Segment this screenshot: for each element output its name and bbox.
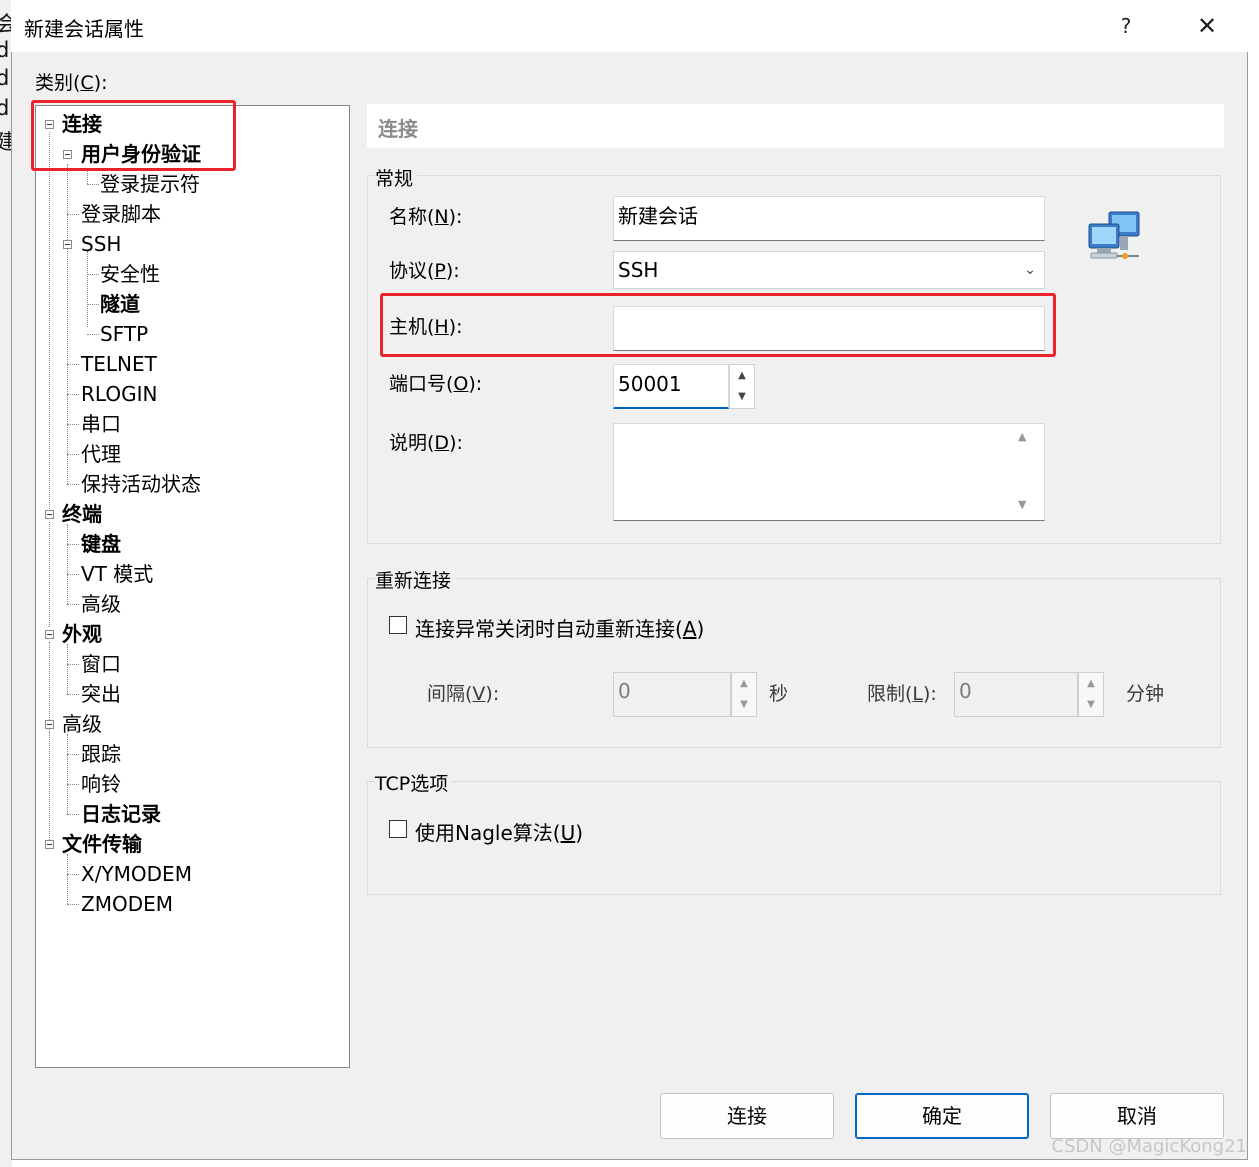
category-tree[interactable]: 连接 用户身份验证 登录提示符 登录脚本 SSH 安全性 隧道 SFTP TEL… — [35, 105, 350, 1068]
general-group-label: 常规 — [375, 164, 418, 191]
category-label: 类别(C): — [35, 72, 108, 94]
nagle-checkbox[interactable] — [389, 820, 407, 838]
scroll-down-icon[interactable]: ▼ — [1018, 498, 1026, 511]
tree-item-tunnel[interactable]: 隧道 — [100, 291, 140, 317]
dialog-title: 新建会话属性 — [24, 17, 144, 41]
limit-label: 限制(L): — [867, 683, 937, 705]
port-field[interactable]: 50001 — [613, 364, 729, 409]
tree-item-login-prompt[interactable]: 登录提示符 — [100, 171, 200, 197]
background-text: d — [0, 66, 10, 90]
tree-item-ssh[interactable]: SSH — [81, 231, 121, 257]
port-label: 端口号(O): — [389, 373, 483, 395]
collapse-icon[interactable] — [45, 720, 54, 729]
collapse-icon[interactable] — [45, 510, 54, 519]
limit-field: 0 — [954, 672, 1078, 717]
name-label: 名称(N): — [389, 206, 463, 228]
tree-item-proxy[interactable]: 代理 — [81, 441, 121, 467]
spin-down-icon: ▼ — [740, 699, 748, 710]
tree-item-bell[interactable]: 响铃 — [81, 771, 121, 797]
scroll-up-icon[interactable]: ▲ — [1018, 430, 1026, 443]
tree-item-zmodem[interactable]: ZMODEM — [81, 891, 173, 917]
collapse-icon[interactable] — [45, 840, 54, 849]
background-text: d — [0, 96, 10, 120]
port-spinner[interactable]: ▲ ▼ — [729, 364, 755, 409]
auto-reconnect-checkbox[interactable] — [389, 616, 407, 634]
collapse-icon[interactable] — [45, 630, 54, 639]
interval-spinner: ▲ ▼ — [731, 672, 757, 717]
tree-item-highlight[interactable]: 突出 — [81, 681, 121, 707]
highlight-box-host — [380, 293, 1056, 357]
minutes-label: 分钟 — [1126, 683, 1165, 705]
ok-button[interactable]: 确定 — [855, 1093, 1029, 1139]
tree-item-security[interactable]: 安全性 — [100, 261, 160, 287]
tree-item-logging[interactable]: 日志记录 — [81, 801, 161, 827]
tree-item-sftp[interactable]: SFTP — [100, 321, 148, 347]
spin-down-icon: ▼ — [1087, 699, 1095, 710]
protocol-label: 协议(P): — [389, 260, 460, 282]
nagle-label[interactable]: 使用Nagle算法(U) — [415, 817, 583, 846]
help-button[interactable]: ? — [1108, 8, 1144, 44]
tree-item-advanced[interactable]: 高级 — [62, 711, 102, 737]
tree-item-terminal[interactable]: 终端 — [62, 501, 102, 527]
background-text: d — [0, 38, 10, 62]
description-field[interactable] — [613, 423, 1045, 521]
spin-up-icon[interactable]: ▲ — [730, 367, 754, 389]
interval-label: 间隔(V): — [427, 683, 500, 705]
tree-item-keyboard[interactable]: 键盘 — [81, 531, 121, 557]
tree-item-login-script[interactable]: 登录脚本 — [81, 201, 161, 227]
tree-item-terminal-advanced[interactable]: 高级 — [81, 591, 121, 617]
auto-reconnect-label[interactable]: 连接异常关闭时自动重新连接(A) — [415, 613, 704, 642]
highlight-box-auth — [31, 100, 236, 171]
title-bar — [11, 0, 1248, 52]
tcp-options-group-label: TCP选项 — [375, 769, 453, 796]
chevron-down-icon: ⌄ — [1024, 262, 1036, 278]
collapse-icon[interactable] — [63, 240, 72, 249]
section-header: 连接 — [367, 104, 1224, 148]
interval-field: 0 — [613, 672, 731, 717]
tree-item-rlogin[interactable]: RLOGIN — [81, 381, 157, 407]
tree-item-file-transfer[interactable]: 文件传输 — [62, 831, 142, 857]
reconnect-group-label: 重新连接 — [375, 566, 456, 593]
protocol-select[interactable]: SSH ⌄ — [613, 251, 1045, 289]
cancel-button[interactable]: 取消 — [1050, 1093, 1224, 1139]
tree-item-keepalive[interactable]: 保持活动状态 — [81, 471, 201, 497]
close-button[interactable]: ✕ — [1186, 8, 1228, 44]
tree-item-window[interactable]: 窗口 — [81, 651, 121, 677]
tree-item-appearance[interactable]: 外观 — [62, 621, 102, 647]
tree-item-xymodem[interactable]: X/YMODEM — [81, 861, 192, 887]
reconnect-group — [367, 578, 1221, 748]
watermark: CSDN @MagicKong21 — [1051, 1136, 1247, 1157]
protocol-value: SSH — [618, 258, 659, 282]
spin-up-icon: ▲ — [740, 678, 748, 689]
tree-item-telnet[interactable]: TELNET — [81, 351, 157, 377]
description-label: 说明(D): — [389, 432, 463, 454]
tree-item-serial[interactable]: 串口 — [81, 411, 121, 437]
spin-up-icon: ▲ — [1087, 678, 1095, 689]
name-field[interactable]: 新建会话 — [613, 196, 1045, 241]
seconds-label: 秒 — [769, 683, 789, 705]
spin-down-icon[interactable]: ▼ — [730, 387, 754, 409]
close-icon: ✕ — [1196, 12, 1218, 40]
limit-spinner: ▲ ▼ — [1078, 672, 1104, 717]
tree-item-vt-mode[interactable]: VT 模式 — [81, 561, 153, 587]
connect-button[interactable]: 连接 — [660, 1093, 834, 1139]
tree-item-trace[interactable]: 跟踪 — [81, 741, 121, 767]
network-computers-icon — [1087, 210, 1145, 266]
